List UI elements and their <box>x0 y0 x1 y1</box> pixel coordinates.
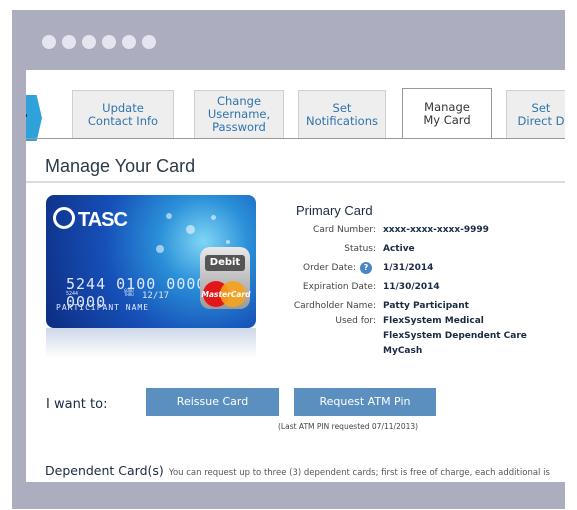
card-small-number: 5244 <box>66 291 79 297</box>
dot-icon <box>82 35 96 49</box>
used-for-item: FlexSystem Medical <box>383 316 484 326</box>
page-indicator-dots <box>42 35 156 49</box>
dependent-cards-note: You can request up to three (3) dependen… <box>168 468 550 478</box>
screen: › Update Contact Info Change Username, P… <box>26 70 565 482</box>
dot-icon <box>122 35 136 49</box>
last-atm-pin-note: (Last ATM PIN requested 07/11/2013) <box>278 422 419 431</box>
request-atm-pin-button[interactable]: Request ATM Pin <box>294 388 436 416</box>
expiration-date-label: Expiration Date: <box>302 282 376 292</box>
card-good-thru: GOOD THRU <box>124 288 134 297</box>
debit-card-image: TASC 5244 0100 0000 0000 5244 GOOD THRU … <box>46 195 256 328</box>
dot-icon <box>62 35 76 49</box>
mastercard-label: MasterCard <box>201 290 251 299</box>
primary-card-heading: Primary Card <box>296 203 373 218</box>
dot-icon <box>142 35 156 49</box>
card-reflection <box>46 328 256 358</box>
dot-icon <box>42 35 56 49</box>
card-number-value: xxxx-xxxx-xxxx-9999 <box>383 225 489 235</box>
status-value: Active <box>383 244 415 254</box>
expiration-date-value: 11/30/2014 <box>383 282 440 292</box>
cardholder-name-label: Cardholder Name: <box>293 301 376 311</box>
tab-set-direct-deposit[interactable]: Set Direct D <box>506 90 565 138</box>
dependent-cards-section: Dependent Card(s) You can request up to … <box>45 460 550 479</box>
previous-tabs-arrow[interactable]: › <box>26 95 42 141</box>
status-label: Status: <box>344 244 376 254</box>
card-holder-name: PARTICIPANT NAME <box>56 303 150 312</box>
title-divider <box>26 181 565 183</box>
tab-update-contact-info[interactable]: Update Contact Info <box>72 90 174 138</box>
tab-underline <box>26 138 565 139</box>
order-date-value: 1/31/2014 <box>383 263 434 273</box>
page-title: Manage Your Card <box>45 156 196 176</box>
card-logo-text: TASC <box>78 209 128 231</box>
i-want-to-label: I want to: <box>46 397 108 412</box>
tab-change-username-password[interactable]: Change Username, Password <box>194 90 284 138</box>
order-date-label: Order Date: <box>303 263 356 273</box>
cardholder-name-value: Patty Participant <box>383 301 469 311</box>
dot-icon <box>102 35 116 49</box>
tab-set-notifications[interactable]: Set Notifications <box>298 90 386 138</box>
used-for-item: FlexSystem Dependent Care <box>383 331 527 341</box>
used-for-label: Used for: <box>335 316 376 326</box>
dependent-cards-title: Dependent Card(s) <box>45 463 164 478</box>
tab-manage-my-card[interactable]: Manage My Card <box>402 88 492 138</box>
debit-label: Debit <box>205 255 245 271</box>
chevron-left-icon: › <box>26 106 28 124</box>
card-number-label: Card Number: <box>313 225 376 235</box>
card-expiry: 12/17 <box>142 291 170 301</box>
tab-bar: › Update Contact Info Change Username, P… <box>26 78 565 141</box>
tasc-logo-icon <box>53 207 75 229</box>
used-for-item: MyCash <box>383 346 423 356</box>
reissue-card-button[interactable]: Reissue Card <box>146 388 279 416</box>
help-icon[interactable]: ? <box>360 262 372 274</box>
